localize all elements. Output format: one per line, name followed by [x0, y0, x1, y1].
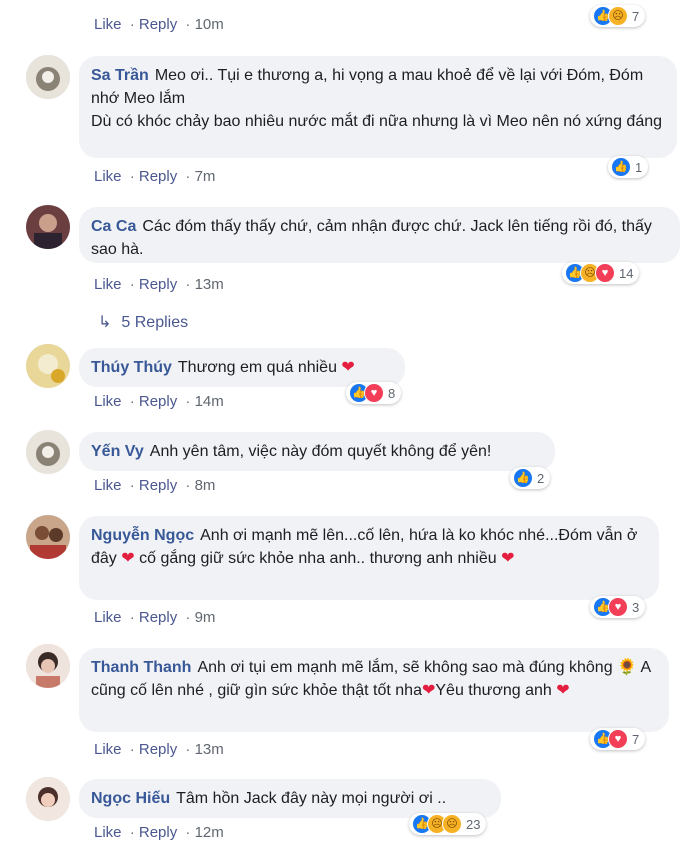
commenter-name[interactable]: Ca Ca — [91, 218, 136, 235]
timestamp[interactable]: 9m — [195, 609, 216, 626]
reaction-summary[interactable]: 👍 1 — [608, 156, 649, 178]
reply-link[interactable]: Reply — [139, 276, 177, 293]
reply-link[interactable]: Reply — [139, 16, 177, 33]
comment-actions: Like · Reply · 7m — [94, 168, 216, 185]
avatar[interactable] — [26, 644, 70, 688]
like-link[interactable]: Like — [94, 609, 122, 626]
comment-bubble: Sa Trần Meo ơi.. Tụi e thương a, hi vọng … — [79, 56, 677, 158]
avatar[interactable] — [26, 55, 70, 99]
comment-text: Meo ơi.. Tụi e thương a, hi vọng a mau k… — [91, 67, 663, 130]
view-replies-link[interactable]: ↳ 5 Replies — [98, 312, 188, 332]
comment-actions: Like · Reply · 13m — [94, 741, 224, 758]
comment-bubble: Nguyễn Ngọc Anh ơi mạnh mẽ lên...cố lên, … — [79, 516, 659, 600]
reaction-summary[interactable]: 👍 ♥ 3 — [590, 596, 646, 618]
reaction-summary[interactable]: 👍 ☹ ♥ 14 — [562, 262, 640, 284]
like-icon: 👍 — [611, 157, 631, 177]
reaction-count: 1 — [635, 159, 643, 175]
comment-actions: Like · Reply · 9m — [94, 609, 216, 626]
reply-link[interactable]: Reply — [139, 824, 177, 841]
avatar[interactable] — [26, 777, 70, 821]
comment-actions: Like · Reply · 10m — [94, 16, 224, 33]
commenter-name[interactable]: Sa Trần — [91, 67, 149, 84]
reply-link[interactable]: Reply — [139, 477, 177, 494]
comment-text: Tâm hồn Jack đây này mọi người ơi .. — [176, 790, 447, 807]
like-link[interactable]: Like — [94, 824, 122, 841]
comment-text: Thương em quá nhiều — [177, 359, 337, 376]
commenter-name[interactable]: Nguyễn Ngọc — [91, 527, 194, 544]
love-icon: ♥ — [364, 383, 384, 403]
sad-icon: ☹ — [442, 814, 462, 834]
comment-bubble: Thanh Thanh Anh ơi tụi em mạnh mẽ lắm, sẽ… — [79, 648, 669, 732]
comment-actions: Like · Reply · 8m — [94, 477, 216, 494]
heart-emoji-icon: ❤ — [501, 550, 515, 567]
timestamp[interactable]: 12m — [195, 824, 224, 841]
like-link[interactable]: Like — [94, 393, 122, 410]
reaction-count: 3 — [632, 599, 640, 615]
love-icon: ♥ — [595, 263, 615, 283]
avatar[interactable] — [26, 205, 70, 249]
reply-link[interactable]: Reply — [139, 393, 177, 410]
comment-text: Các đóm thấy thấy chứ, cảm nhận được chứ… — [91, 218, 652, 258]
reaction-count: 7 — [632, 8, 640, 24]
reaction-summary[interactable]: 👍 ☹ ☹ 23 — [409, 813, 487, 835]
comment-bubble: Yến Vy Anh yên tâm, việc này đóm quyết kh… — [79, 432, 555, 471]
comment-text: Yêu thương anh — [435, 682, 552, 699]
comment-actions: Like · Reply · 13m — [94, 276, 224, 293]
comment-actions: Like · Reply · 12m — [94, 824, 224, 841]
avatar[interactable] — [26, 430, 70, 474]
reply-link[interactable]: Reply — [139, 168, 177, 185]
reply-link[interactable]: Reply — [139, 741, 177, 758]
replies-label: 5 Replies — [121, 314, 189, 331]
reaction-summary[interactable]: 👍 ♥ 7 — [590, 728, 646, 750]
like-link[interactable]: Like — [94, 168, 122, 185]
reply-link[interactable]: Reply — [139, 609, 177, 626]
comment-text: Anh yên tâm, việc này đóm quyết không để… — [149, 443, 492, 460]
reaction-count: 8 — [388, 385, 396, 401]
timestamp[interactable]: 14m — [195, 393, 224, 410]
reaction-count: 14 — [619, 265, 634, 281]
sunflower-emoji-icon: 🌻 — [617, 659, 637, 676]
commenter-name[interactable]: Yến Vy — [91, 443, 144, 460]
reaction-count: 7 — [632, 731, 640, 747]
reply-arrow-icon: ↳ — [98, 314, 112, 331]
commenter-name[interactable]: Thanh Thanh — [91, 659, 191, 676]
like-link[interactable]: Like — [94, 741, 122, 758]
timestamp[interactable]: 13m — [195, 276, 224, 293]
like-link[interactable]: Like — [94, 16, 122, 33]
like-link[interactable]: Like — [94, 276, 122, 293]
heart-emoji-icon: ❤ — [421, 682, 436, 699]
comment-text: Anh ơi tụi em mạnh mẽ lắm, sẽ không sao … — [197, 659, 613, 676]
love-icon: ♥ — [608, 597, 628, 617]
like-link[interactable]: Like — [94, 477, 122, 494]
timestamp[interactable]: 13m — [195, 741, 224, 758]
reaction-summary[interactable]: 👍 2 — [510, 467, 551, 489]
reaction-summary[interactable]: 👍 ☹ 7 — [590, 5, 646, 27]
avatar[interactable] — [26, 515, 70, 559]
heart-emoji-icon: ❤ — [341, 359, 355, 376]
timestamp[interactable]: 7m — [195, 168, 216, 185]
avatar[interactable] — [26, 344, 70, 388]
timestamp[interactable]: 10m — [195, 16, 224, 33]
commenter-name[interactable]: Ngọc Hiếu — [91, 790, 170, 807]
comment-text: cố gắng giữ sức khỏe nha anh.. thương an… — [139, 550, 497, 567]
sad-icon: ☹ — [608, 6, 628, 26]
heart-emoji-icon: ❤ — [121, 550, 135, 567]
reaction-summary[interactable]: 👍 ♥ 8 — [346, 382, 402, 404]
like-icon: 👍 — [513, 468, 533, 488]
reaction-count: 23 — [466, 816, 481, 832]
commenter-name[interactable]: Thúy Thúy — [91, 359, 172, 376]
timestamp[interactable]: 8m — [195, 477, 216, 494]
love-icon: ♥ — [608, 729, 628, 749]
comment-actions: Like · Reply · 14m — [94, 393, 224, 410]
comment-bubble: Ca Ca Các đóm thấy thấy chứ, cảm nhận đượ… — [79, 207, 680, 263]
heart-emoji-icon: ❤ — [556, 682, 570, 699]
reaction-count: 2 — [537, 470, 545, 486]
